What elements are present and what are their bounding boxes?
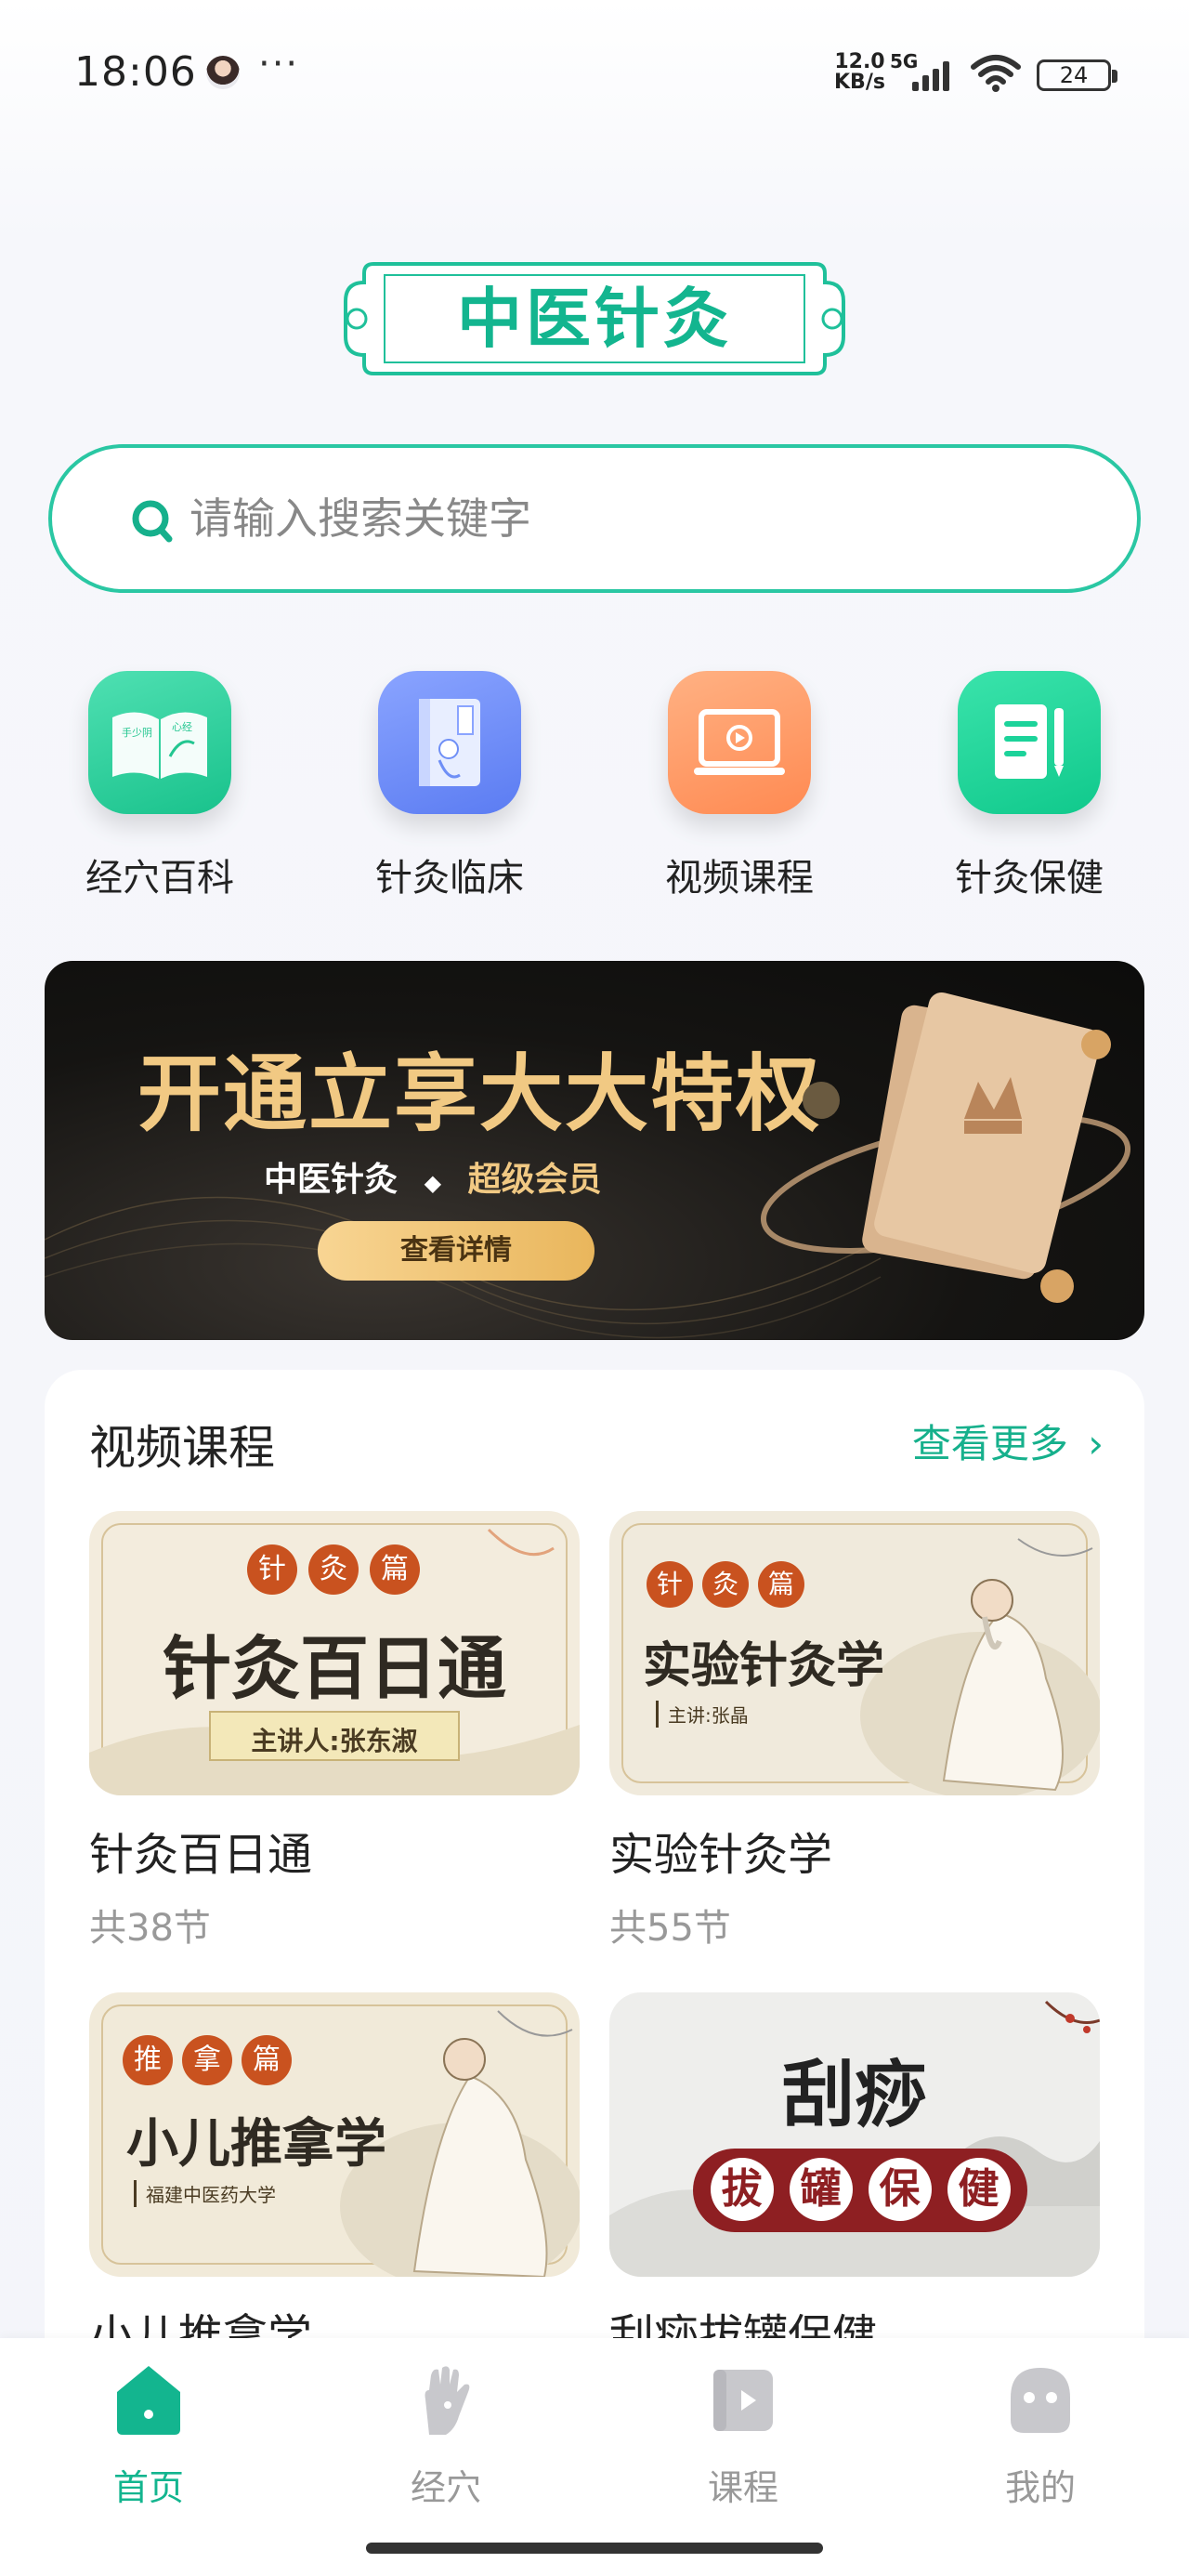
course-thumbnail: 针 灸 篇 针灸百日通 主讲人:张东淑 (89, 1511, 580, 1795)
search-icon (132, 500, 173, 543)
hand-acupoint-icon (425, 2366, 470, 2435)
course-thumb-title: 小儿推拿学 (126, 2113, 386, 2175)
course-thumbnail: 针 灸 篇 实验针灸学 主讲:张晶 (609, 1511, 1100, 1795)
course-name: 实验针灸学 (609, 1829, 833, 1881)
course-lesson-count: 共38节 (89, 1907, 211, 1950)
app-logo: 中医针灸 (336, 255, 853, 383)
course-card[interactable]: 针 灸 篇 针灸百日通 主讲人:张东淑 针灸百日通 共38节 (89, 1511, 580, 1957)
course-thumb-lecturer: 福建中医药大学 (134, 2180, 276, 2207)
course-tag-char: 针 (647, 1561, 693, 1608)
book-icon: 手少阴 心经 (88, 671, 231, 814)
chevron-right-icon: › (1088, 1421, 1104, 1466)
course-thumb-title: 针灸百日通 (163, 1629, 506, 1709)
course-icon (713, 2370, 773, 2431)
network-speed-value: 12.0 (834, 50, 885, 73)
network-speed-unit: KB/s (834, 71, 885, 94)
course-tag: 针 灸 篇 (647, 1561, 804, 1608)
course-tag-char: 推 (123, 2035, 173, 2085)
home-icon (117, 2366, 180, 2435)
search-bar[interactable] (48, 444, 1141, 593)
banner-subtitle-vip: 超级会员 (467, 1161, 602, 1199)
more-notifications-icon: ··· (258, 43, 300, 85)
course-tag-char: 针 (247, 1544, 297, 1595)
course-thumb-lecturer: 主讲:张晶 (656, 1701, 749, 1728)
video-courses-section: 视频课程 查看更多 › 针 灸 篇 针灸百日通 主讲人:张东淑 针灸百日通 共3… (45, 1370, 1144, 2392)
course-thumb-title: 实验针灸学 (643, 1637, 885, 1694)
course-name: 针灸百日通 (89, 1829, 313, 1881)
course-tag-char: 篇 (758, 1561, 804, 1608)
signal-icon (912, 61, 949, 91)
course-thumb-char: 拔 (710, 2158, 774, 2221)
quick-nav-zhenjiu-baojian[interactable]: 针灸保健 (918, 671, 1122, 913)
course-tag-char: 拿 (182, 2035, 232, 2085)
course-thumb-char: 保 (868, 2158, 932, 2221)
status-time: 18:06 (74, 48, 197, 96)
tab-profile[interactable]: 我的 (947, 2362, 1133, 2530)
banner-subtitle-separator: ◆ (424, 1170, 442, 1196)
tab-label: 课程 (707, 2467, 778, 2508)
tab-courses[interactable]: 课程 (650, 2362, 836, 2530)
quick-nav-video-courses[interactable]: 视频课程 (628, 671, 832, 913)
home-indicator[interactable] (366, 2543, 823, 2554)
course-thumb-char: 健 (947, 2158, 1011, 2221)
view-more-link[interactable]: 查看更多 › (912, 1413, 1104, 1469)
svg-text:手少阴: 手少阴 (122, 726, 152, 739)
banner-subtitle-brand: 中医针灸 (264, 1161, 399, 1199)
quick-nav-label: 经穴百科 (85, 857, 234, 900)
bottom-tab-bar: 首页 经穴 课程 我的 (0, 2338, 1189, 2576)
tab-label: 我的 (1004, 2467, 1076, 2508)
course-card[interactable]: 刮痧 拔 罐 保 健 刮痧拔罐保健 (609, 1992, 1100, 2383)
view-details-button[interactable]: 查看详情 (318, 1221, 594, 1281)
course-tag: 推 拿 篇 (123, 2035, 292, 2085)
svg-text:心经: 心经 (172, 721, 192, 733)
course-thumbnail: 刮痧 拔 罐 保 健 (609, 1992, 1100, 2277)
tab-label: 首页 (112, 2467, 184, 2508)
course-lesson-count: 共55节 (609, 1907, 731, 1950)
network-speed: 12.0 KB/s (834, 52, 885, 93)
view-more-label: 查看更多 (911, 1421, 1068, 1466)
course-card[interactable]: 针 灸 篇 实验针灸学 主讲:张晶 实验针灸学 共55节 (609, 1511, 1100, 1957)
course-tag-char: 篇 (242, 2035, 292, 2085)
course-tag-char: 灸 (308, 1544, 359, 1595)
wifi-icon (971, 55, 1021, 92)
course-card[interactable]: 推 拿 篇 小儿推拿学 福建中医药大学 小儿推拿学 (89, 1992, 580, 2383)
quick-nav-label: 针灸临床 (375, 857, 524, 900)
banner-subtitle: 中医针灸 ◆ 超级会员 (264, 1152, 602, 1201)
course-tag-char: 灸 (702, 1561, 749, 1608)
course-thumb-lecturer: 主讲人:张东淑 (251, 1726, 418, 1756)
profile-icon (1011, 2368, 1070, 2433)
status-bar: 18:06 ··· 12.0 KB/s 5G 24 (0, 0, 1189, 149)
section-title: 视频课程 (89, 1421, 275, 1475)
tab-label: 经穴 (410, 2467, 481, 2508)
course-thumb-char: 罐 (789, 2158, 853, 2221)
crown-card-icon (760, 992, 1131, 1303)
search-input[interactable] (189, 485, 1026, 552)
vip-banner[interactable]: 开通立享大大特权 中医针灸 ◆ 超级会员 查看详情 (45, 961, 1144, 1340)
course-thumb-title: 刮痧 (781, 2053, 927, 2137)
app-title: 中医针灸 (457, 280, 732, 357)
course-tag-char: 篇 (370, 1544, 420, 1595)
quick-nav-label: 视频课程 (665, 857, 814, 900)
course-thumbnail: 推 拿 篇 小儿推拿学 福建中医药大学 (89, 1992, 580, 2277)
medical-book-icon (378, 671, 521, 814)
notification-avatar-icon (206, 56, 240, 89)
quick-nav-zhenjiu-linchuang[interactable]: 针灸临床 (338, 671, 542, 913)
tab-acupoints[interactable]: 经穴 (353, 2362, 539, 2530)
course-tag: 针 灸 篇 (247, 1544, 420, 1595)
tab-home[interactable]: 首页 (56, 2362, 242, 2530)
course-thumb-subtitle: 拔 罐 保 健 (702, 2158, 1018, 2221)
video-laptop-icon (668, 671, 811, 814)
quick-nav-label: 针灸保健 (955, 857, 1104, 900)
banner-title: 开通立享大大特权 (137, 1045, 821, 1143)
notebook-pen-icon (958, 671, 1101, 814)
quick-nav-jingxue-baike[interactable]: 手少阴 心经 经穴百科 (48, 671, 253, 913)
battery-indicator: 24 (1037, 59, 1117, 91)
